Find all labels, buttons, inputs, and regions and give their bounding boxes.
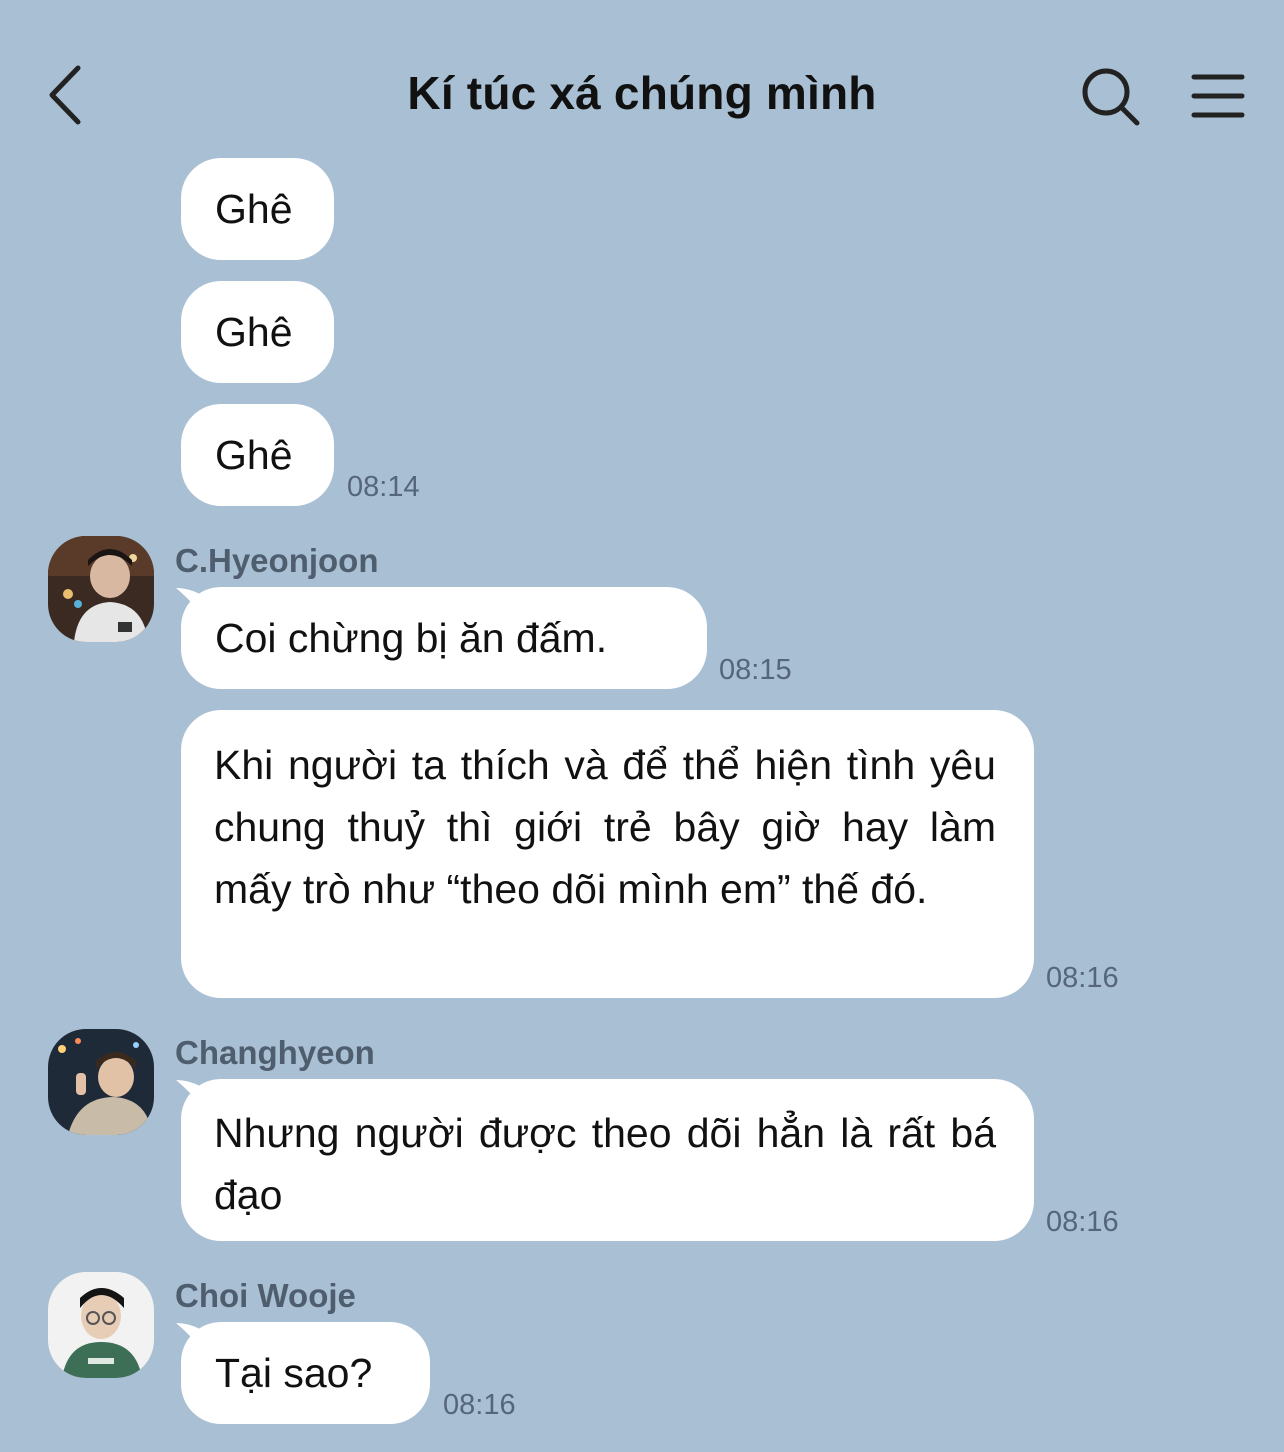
message-text: Tại sao? — [215, 1350, 373, 1396]
message-text: Nhưng người được theo dõi hẳn là rất bá … — [214, 1110, 996, 1218]
avatar[interactable] — [48, 1272, 154, 1378]
message-timestamp: 08:16 — [1046, 1206, 1119, 1238]
sender-name: C.Hyeonjoon — [175, 542, 379, 579]
message-bubble[interactable]: Khi người ta thích và để thể hiện tình y… — [181, 710, 1034, 998]
sender-name: Changhyeon — [175, 1034, 375, 1071]
search-button[interactable] — [1080, 66, 1142, 128]
avatar[interactable] — [48, 536, 154, 642]
message-text: Ghê — [215, 309, 293, 355]
menu-button[interactable] — [1190, 72, 1246, 120]
message-timestamp: 08:16 — [443, 1389, 516, 1421]
message-text: Coi chừng bị ăn đấm. — [215, 615, 608, 661]
avatar[interactable] — [48, 1029, 154, 1135]
message-bubble[interactable]: Ghê — [181, 404, 334, 506]
message-timestamp: 08:15 — [719, 654, 792, 686]
message-bubble[interactable]: Nhưng người được theo dõi hẳn là rất bá … — [181, 1079, 1034, 1241]
message-bubble[interactable]: Coi chừng bị ăn đấm. — [181, 587, 707, 689]
message-text: Ghê — [215, 186, 293, 232]
user-photo-icon — [48, 1029, 154, 1135]
message-text: Ghê — [215, 432, 293, 478]
message-bubble[interactable]: Ghê — [181, 158, 334, 260]
hamburger-menu-icon — [1191, 74, 1245, 118]
message-bubble[interactable]: Tại sao? — [181, 1322, 430, 1424]
search-icon — [1082, 68, 1140, 126]
message-timestamp: 08:14 — [347, 471, 420, 503]
user-photo-icon — [48, 536, 154, 642]
message-bubble[interactable]: Ghê — [181, 281, 334, 383]
sender-name: Choi Wooje — [175, 1277, 356, 1314]
message-timestamp: 08:16 — [1046, 962, 1119, 994]
message-text: Khi người ta thích và để thể hiện tình y… — [214, 742, 996, 912]
chat-header: Kí túc xá chúng mình — [0, 0, 1284, 150]
user-photo-icon — [48, 1272, 154, 1378]
